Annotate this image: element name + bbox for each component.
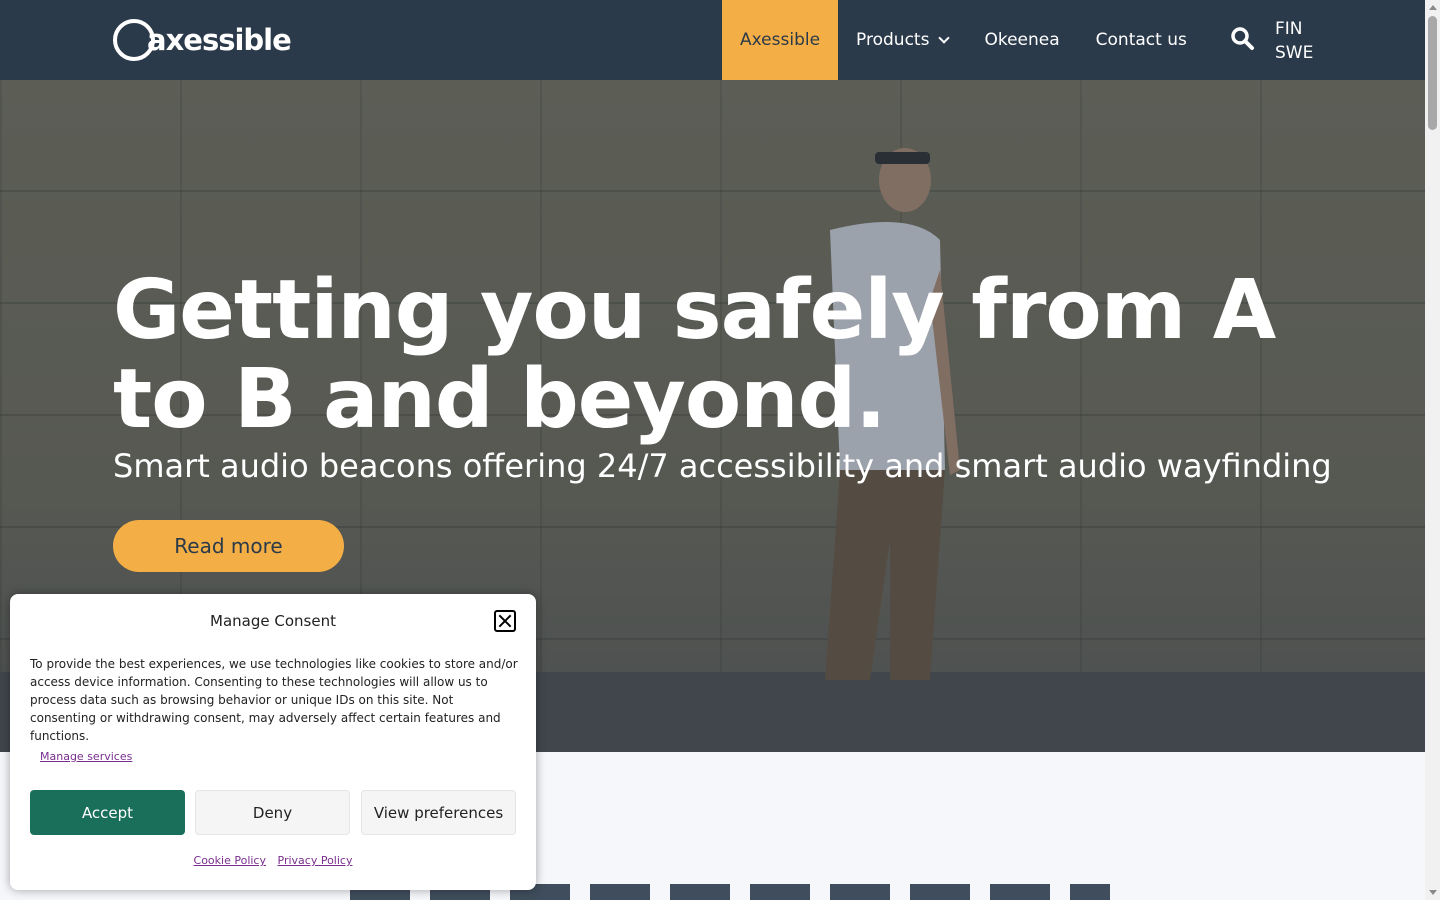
site-header: axessible Axessible Products Okeenea Con… [0,0,1425,80]
nav-item-products[interactable]: Products [838,0,966,80]
main-nav: Axessible Products Okeenea Contact us [722,0,1205,80]
nav-item-contact-us[interactable]: Contact us [1078,0,1205,80]
cookie-policy-link[interactable]: Cookie Policy [194,854,266,867]
nav-item-axessible[interactable]: Axessible [722,0,839,80]
scroll-up-icon[interactable] [1429,5,1437,10]
language-swe[interactable]: SWE [1275,41,1313,65]
close-icon[interactable] [494,610,516,632]
policy-links: Cookie Policy Privacy Policy [10,854,536,867]
view-preferences-button[interactable]: View preferences [361,790,516,835]
logo[interactable]: axessible [113,18,292,62]
nav-item-label: Contact us [1095,30,1187,50]
scrollbar-thumb[interactable] [1428,16,1437,130]
nav-item-label: Okeenea [984,30,1060,50]
logo-text: axessible [147,23,292,57]
consent-dialog: Manage Consent To provide the best exper… [10,594,536,890]
read-more-button[interactable]: Read more [113,520,344,572]
language-fin[interactable]: FIN [1275,17,1313,41]
search-icon[interactable] [1230,26,1256,52]
language-switcher: FIN SWE [1275,17,1313,65]
hero-title: Getting you safely from A to B and beyon… [113,263,1276,447]
chevron-down-icon [938,31,951,44]
consent-title: Manage Consent [210,612,336,630]
nav-item-label: Products [856,30,930,50]
nav-item-okeenea[interactable]: Okeenea [966,0,1077,80]
nav-item-label: Axessible [740,30,821,50]
manage-services-link[interactable]: Manage services [40,750,132,763]
deny-button[interactable]: Deny [195,790,350,835]
consent-text: To provide the best experiences, we use … [30,657,518,743]
page-scrollbar[interactable] [1425,0,1440,900]
hero-subtitle: Smart audio beacons offering 24/7 access… [113,447,1332,485]
scroll-down-icon[interactable] [1429,890,1437,895]
accept-button[interactable]: Accept [30,790,185,835]
privacy-policy-link[interactable]: Privacy Policy [278,854,353,867]
